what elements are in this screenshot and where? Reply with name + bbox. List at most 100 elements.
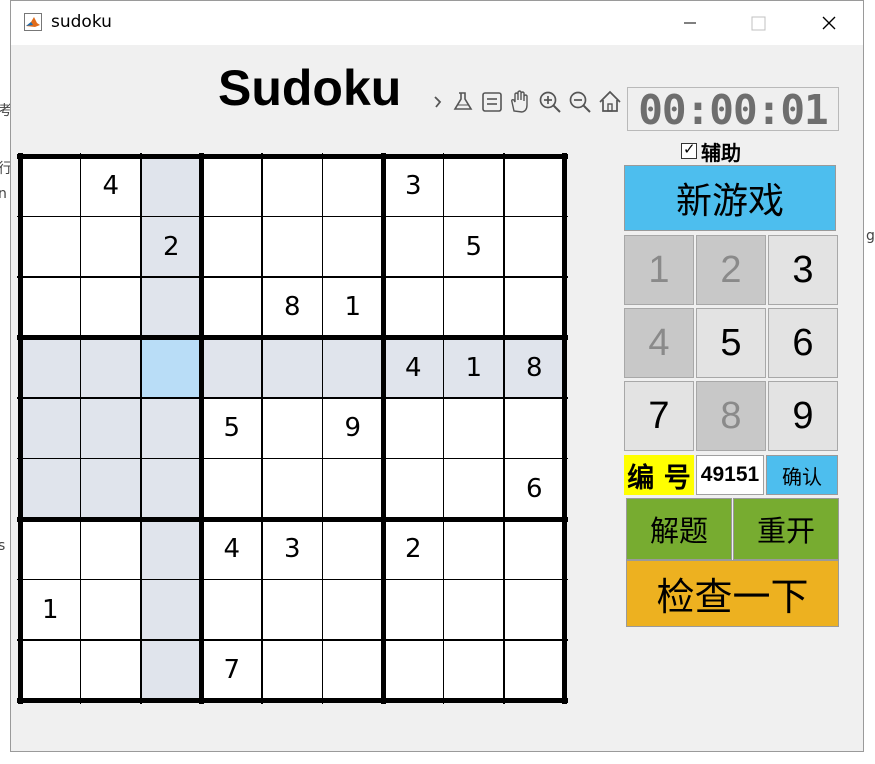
- sudoku-cell-r6-c7[interactable]: [383, 458, 444, 519]
- sudoku-cell-r1-c8[interactable]: [443, 156, 504, 217]
- sudoku-cell-r1-c5[interactable]: [262, 156, 323, 217]
- sudoku-cell-r4-c6[interactable]: [322, 337, 383, 398]
- sudoku-cell-r5-c4[interactable]: 5: [201, 398, 262, 459]
- sudoku-cell-r9-c9[interactable]: [504, 640, 565, 701]
- sudoku-cell-r4-c8[interactable]: 1: [443, 337, 504, 398]
- check-button[interactable]: 检查一下: [626, 560, 839, 627]
- sudoku-cell-r6-c4[interactable]: [201, 458, 262, 519]
- sudoku-cell-r7-c9[interactable]: [504, 519, 565, 580]
- sudoku-cell-r5-c2[interactable]: [80, 398, 141, 459]
- brush-icon[interactable]: [451, 89, 477, 115]
- sudoku-cell-r3-c6[interactable]: 1: [322, 277, 383, 338]
- sudoku-cell-r2-c6[interactable]: [322, 216, 383, 277]
- zoom-in-icon[interactable]: [537, 89, 563, 115]
- sudoku-cell-r6-c3[interactable]: [141, 458, 202, 519]
- sudoku-cell-r2-c1[interactable]: [20, 216, 81, 277]
- sudoku-cell-r2-c4[interactable]: [201, 216, 262, 277]
- sudoku-cell-r1-c9[interactable]: [504, 156, 565, 217]
- sudoku-cell-r5-c5[interactable]: [262, 398, 323, 459]
- sudoku-cell-r6-c5[interactable]: [262, 458, 323, 519]
- sudoku-cell-r1-c2[interactable]: 4: [80, 156, 141, 217]
- number-button-8[interactable]: 8: [696, 381, 766, 451]
- sudoku-cell-r7-c7[interactable]: 2: [383, 519, 444, 580]
- data-cursor-icon[interactable]: [479, 89, 505, 115]
- number-button-5[interactable]: 5: [696, 308, 766, 378]
- sudoku-cell-r9-c1[interactable]: [20, 640, 81, 701]
- sudoku-cell-r3-c2[interactable]: [80, 277, 141, 338]
- sudoku-cell-r3-c8[interactable]: [443, 277, 504, 338]
- sudoku-cell-r3-c1[interactable]: [20, 277, 81, 338]
- sudoku-cell-r1-c6[interactable]: [322, 156, 383, 217]
- number-button-7[interactable]: 7: [624, 381, 694, 451]
- sudoku-cell-r8-c9[interactable]: [504, 579, 565, 640]
- sudoku-cell-r9-c6[interactable]: [322, 640, 383, 701]
- sudoku-cell-r5-c1[interactable]: [20, 398, 81, 459]
- sudoku-cell-r9-c4[interactable]: 7: [201, 640, 262, 701]
- sudoku-cell-r9-c3[interactable]: [141, 640, 202, 701]
- assist-checkbox[interactable]: 辅助: [681, 140, 741, 165]
- sudoku-cell-r2-c3[interactable]: 2: [141, 216, 202, 277]
- restart-button[interactable]: 重开: [733, 498, 839, 560]
- sudoku-cell-r6-c6[interactable]: [322, 458, 383, 519]
- solve-button[interactable]: 解题: [626, 498, 732, 560]
- sudoku-cell-r5-c3[interactable]: [141, 398, 202, 459]
- sudoku-cell-r1-c1[interactable]: [20, 156, 81, 217]
- sudoku-cell-r4-c5[interactable]: [262, 337, 323, 398]
- sudoku-cell-r3-c7[interactable]: [383, 277, 444, 338]
- sudoku-cell-r8-c3[interactable]: [141, 579, 202, 640]
- sudoku-cell-r2-c5[interactable]: [262, 216, 323, 277]
- sudoku-cell-r1-c4[interactable]: [201, 156, 262, 217]
- new-game-button[interactable]: 新游戏: [624, 165, 836, 231]
- sudoku-cell-r7-c6[interactable]: [322, 519, 383, 580]
- sudoku-cell-r1-c7[interactable]: 3: [383, 156, 444, 217]
- zoom-out-icon[interactable]: [567, 89, 593, 115]
- sudoku-cell-r2-c7[interactable]: [383, 216, 444, 277]
- sudoku-cell-r2-c8[interactable]: 5: [443, 216, 504, 277]
- number-button-4[interactable]: 4: [624, 308, 694, 378]
- sudoku-cell-r8-c2[interactable]: [80, 579, 141, 640]
- sudoku-cell-r9-c5[interactable]: [262, 640, 323, 701]
- sudoku-cell-r4-c7[interactable]: 4: [383, 337, 444, 398]
- sudoku-cell-r7-c4[interactable]: 4: [201, 519, 262, 580]
- sudoku-cell-r5-c6[interactable]: 9: [322, 398, 383, 459]
- sudoku-cell-r8-c4[interactable]: [201, 579, 262, 640]
- sudoku-cell-r4-c1[interactable]: [20, 337, 81, 398]
- sudoku-cell-r5-c9[interactable]: [504, 398, 565, 459]
- sudoku-cell-r6-c9[interactable]: 6: [504, 458, 565, 519]
- sudoku-cell-r7-c1[interactable]: [20, 519, 81, 580]
- number-button-1[interactable]: 1: [624, 235, 694, 305]
- sudoku-cell-r4-c9[interactable]: 8: [504, 337, 565, 398]
- sudoku-cell-r7-c3[interactable]: [141, 519, 202, 580]
- sudoku-cell-r6-c8[interactable]: [443, 458, 504, 519]
- sudoku-cell-r3-c4[interactable]: [201, 277, 262, 338]
- sudoku-cell-r2-c9[interactable]: [504, 216, 565, 277]
- close-icon[interactable]: [815, 9, 843, 37]
- sudoku-cell-r8-c7[interactable]: [383, 579, 444, 640]
- sudoku-cell-r7-c2[interactable]: [80, 519, 141, 580]
- sudoku-cell-r9-c2[interactable]: [80, 640, 141, 701]
- sudoku-cell-r1-c3[interactable]: [141, 156, 202, 217]
- puzzle-id-input[interactable]: [696, 455, 764, 495]
- sudoku-cell-r8-c6[interactable]: [322, 579, 383, 640]
- sudoku-cell-r6-c1[interactable]: [20, 458, 81, 519]
- sudoku-cell-r3-c5[interactable]: 8: [262, 277, 323, 338]
- confirm-button[interactable]: 确认: [766, 455, 838, 495]
- minimize-icon[interactable]: [676, 9, 704, 37]
- sudoku-cell-r2-c2[interactable]: [80, 216, 141, 277]
- sudoku-cell-r3-c3[interactable]: [141, 277, 202, 338]
- number-button-6[interactable]: 6: [768, 308, 838, 378]
- sudoku-cell-r5-c7[interactable]: [383, 398, 444, 459]
- sudoku-cell-r8-c1[interactable]: 1: [20, 579, 81, 640]
- sudoku-cell-r6-c2[interactable]: [80, 458, 141, 519]
- sudoku-cell-r4-c3[interactable]: [141, 337, 202, 398]
- number-button-9[interactable]: 9: [768, 381, 838, 451]
- pan-icon[interactable]: [507, 89, 533, 115]
- sudoku-cell-r7-c5[interactable]: 3: [262, 519, 323, 580]
- number-button-3[interactable]: 3: [768, 235, 838, 305]
- sudoku-cell-r8-c5[interactable]: [262, 579, 323, 640]
- sudoku-cell-r9-c7[interactable]: [383, 640, 444, 701]
- sudoku-cell-r3-c9[interactable]: [504, 277, 565, 338]
- sudoku-cell-r4-c4[interactable]: [201, 337, 262, 398]
- home-icon[interactable]: [597, 89, 623, 115]
- sudoku-cell-r8-c8[interactable]: [443, 579, 504, 640]
